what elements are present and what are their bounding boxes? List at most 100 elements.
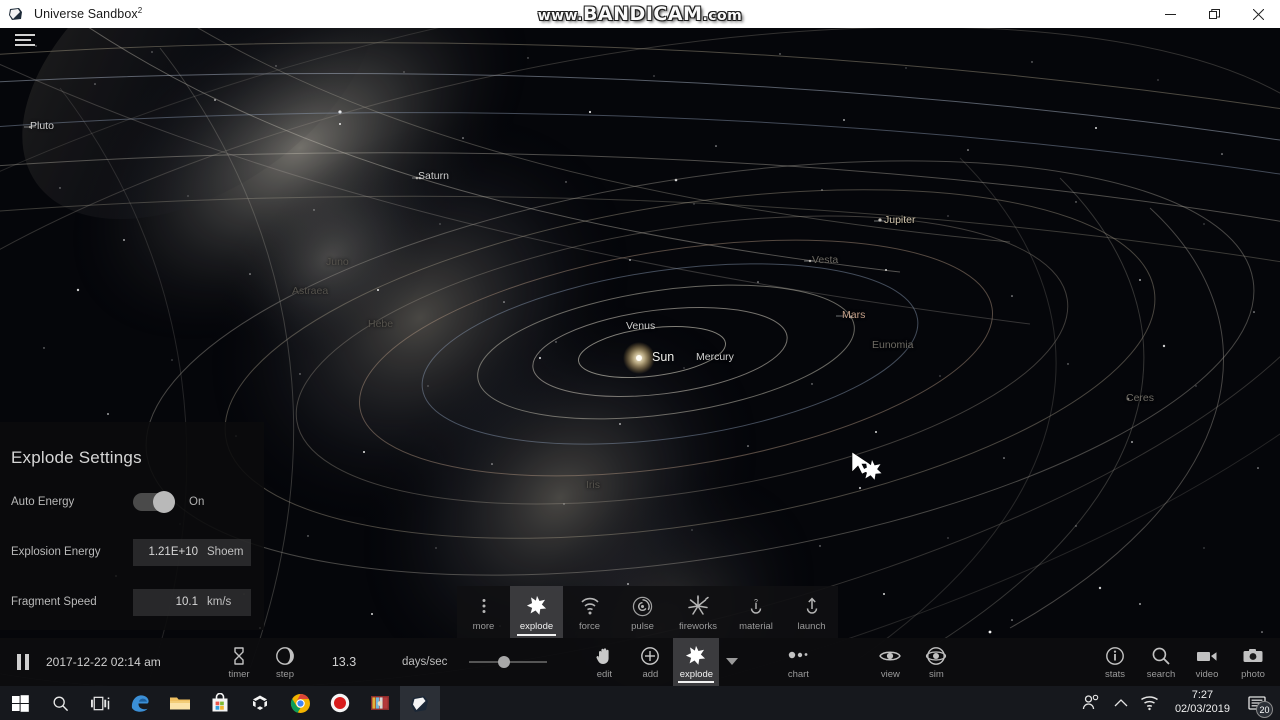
object-label-iris[interactable]: Iris: [586, 479, 600, 491]
object-label-mercury[interactable]: Mercury: [696, 351, 734, 363]
search-label: search: [1146, 668, 1176, 680]
timer-button[interactable]: timer: [216, 638, 262, 686]
start-button[interactable]: [0, 686, 40, 720]
simulation-toolbar: 2017-12-22 02:14 am timer step 13.3 days…: [0, 638, 1280, 686]
pulse-rings-icon: [632, 595, 653, 617]
explode-label: explode: [679, 668, 714, 680]
explode-sub-toolbar: more explode force pulse fireworks ? mat…: [457, 586, 838, 638]
edge-button[interactable]: [120, 686, 160, 720]
simulation-date[interactable]: 2017-12-22 02:14 am: [46, 655, 216, 669]
stats-button[interactable]: stats: [1092, 638, 1138, 686]
material-drop-icon: ?: [747, 595, 765, 617]
wifi-icon[interactable]: [1135, 686, 1165, 720]
fragment-speed-label: Fragment Speed: [11, 596, 97, 608]
auto-energy-toggle[interactable]: [133, 491, 175, 513]
minimize-icon[interactable]: [1148, 0, 1192, 28]
clock-date: 02/03/2019: [1174, 703, 1230, 715]
auto-energy-state: On: [189, 496, 205, 508]
photo-button[interactable]: photo: [1230, 638, 1276, 686]
explode-tool-button[interactable]: explode: [673, 638, 720, 686]
window-titlebar: Universe Sandbox2: [0, 0, 1280, 28]
sub-tool-launch[interactable]: launch: [785, 586, 838, 638]
timer-label: timer: [228, 668, 250, 680]
fragment-speed-input[interactable]: 10.1 km/s: [133, 588, 251, 616]
close-icon[interactable]: [1236, 0, 1280, 28]
auto-energy-row: Auto Energy On: [0, 486, 264, 518]
universe-sandbox-button[interactable]: [400, 686, 440, 720]
restore-icon[interactable]: [1192, 0, 1236, 28]
chevron-up-icon[interactable]: [1107, 686, 1135, 720]
fragment-speed-value: 10.1: [175, 596, 198, 608]
sub-tool-material[interactable]: ? material: [727, 586, 785, 638]
search-button[interactable]: [40, 686, 80, 720]
system-tray: 7:27 02/03/2019 20: [1075, 686, 1280, 720]
task-view-button[interactable]: [80, 686, 120, 720]
object-label-pluto[interactable]: Pluto: [30, 120, 54, 132]
bandicam-button[interactable]: [320, 686, 360, 720]
explode-star-icon: [685, 645, 707, 667]
info-circle-icon: [1105, 645, 1125, 667]
edit-tool-button[interactable]: edit: [581, 638, 627, 686]
slider-knob[interactable]: [498, 656, 511, 668]
object-label-juno[interactable]: Juno: [326, 256, 349, 268]
explosion-energy-row: Explosion Energy 1.21E+10 Shoem: [0, 536, 264, 568]
view-button[interactable]: view: [867, 638, 913, 686]
microsoft-store-button[interactable]: [200, 686, 240, 720]
object-label-eunomia[interactable]: Eunomia: [872, 339, 913, 351]
notification-badge: 20: [1256, 701, 1273, 718]
object-label-sun[interactable]: Sun: [652, 350, 674, 364]
clock-time: 7:27: [1191, 689, 1214, 702]
application-window: Universe Sandbox2 www.BANDICAM.com Pluto…: [0, 0, 1280, 720]
taskbar-clock[interactable]: 7:27 02/03/2019: [1165, 689, 1240, 717]
video-button[interactable]: video: [1184, 638, 1230, 686]
winrar-button[interactable]: [360, 686, 400, 720]
video-camera-icon: [1196, 645, 1218, 667]
explosion-energy-input[interactable]: 1.21E+10 Shoem: [133, 538, 251, 566]
pause-icon[interactable]: [0, 654, 46, 670]
notifications-icon[interactable]: 20: [1240, 686, 1274, 720]
speed-slider[interactable]: [469, 653, 548, 671]
object-label-astraea[interactable]: Astraea: [292, 285, 328, 297]
sim-button[interactable]: sim: [913, 638, 959, 686]
chart-dots-icon: [787, 645, 809, 667]
launch-arrow-icon: [803, 595, 821, 617]
object-label-jupiter[interactable]: Jupiter: [884, 214, 916, 226]
file-explorer-button[interactable]: [160, 686, 200, 720]
explosion-energy-unit: Shoem: [207, 546, 244, 558]
sub-tool-fireworks[interactable]: fireworks: [669, 586, 727, 638]
sub-tool-explode[interactable]: explode: [510, 586, 563, 638]
sub-tool-pulse[interactable]: pulse: [616, 586, 669, 638]
explode-settings-panel: Explode Settings Auto Energy On Explosio…: [0, 422, 264, 630]
search-button[interactable]: search: [1138, 638, 1184, 686]
chart-button[interactable]: chart: [775, 638, 821, 686]
object-label-ceres[interactable]: Ceres: [1126, 392, 1154, 404]
eye-icon: [879, 645, 902, 667]
chrome-button[interactable]: [280, 686, 320, 720]
object-label-hebe[interactable]: Hebe: [368, 318, 393, 330]
object-label-saturn[interactable]: Saturn: [418, 170, 449, 182]
window-controls: [1148, 0, 1280, 28]
chart-label: chart: [787, 668, 809, 680]
unity-button[interactable]: [240, 686, 280, 720]
step-label: step: [276, 668, 294, 680]
speed-value[interactable]: 13.3: [308, 655, 380, 669]
step-button[interactable]: step: [262, 638, 308, 686]
object-label-mars[interactable]: Mars: [842, 309, 865, 321]
fragment-speed-unit: km/s: [207, 596, 232, 608]
hamburger-menu-icon[interactable]: [15, 34, 35, 46]
video-label: video: [1195, 668, 1219, 680]
hourglass-icon: [231, 645, 247, 667]
object-label-vesta[interactable]: Vesta: [812, 254, 838, 266]
chevron-down-icon[interactable]: [719, 658, 745, 666]
sub-tool-more[interactable]: more: [457, 586, 510, 638]
more-dots-icon: [475, 595, 493, 617]
fragment-speed-row: Fragment Speed 10.1 km/s: [0, 586, 264, 618]
object-label-venus[interactable]: Venus: [626, 320, 655, 332]
sub-tool-label: fireworks: [678, 621, 717, 632]
sub-tool-label: launch: [797, 621, 826, 632]
add-tool-button[interactable]: add: [627, 638, 673, 686]
sub-tool-force[interactable]: force: [563, 586, 616, 638]
photo-label: photo: [1241, 668, 1265, 680]
camera-icon: [1242, 645, 1264, 667]
people-icon[interactable]: [1075, 686, 1107, 720]
